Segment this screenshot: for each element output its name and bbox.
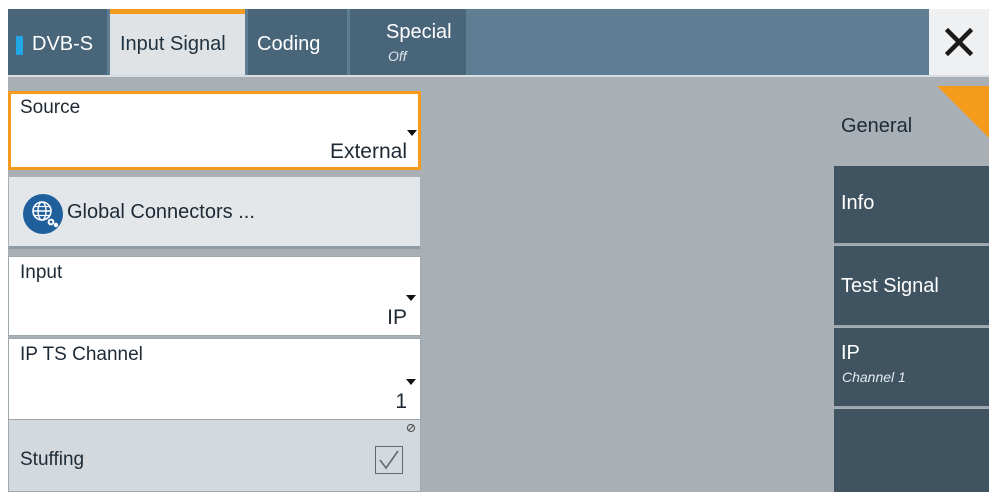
source-value: External	[329, 140, 407, 163]
globe-gear-icon	[23, 194, 63, 234]
ip-ts-channel-label: IP TS Channel	[20, 344, 143, 365]
dropdown-caret-icon	[407, 130, 417, 136]
source-label: Source	[20, 97, 81, 118]
global-connectors-button[interactable]: Global Connectors ...	[8, 176, 421, 249]
checkmark-icon	[379, 450, 399, 470]
nav-item-ip[interactable]: IP Channel 1	[834, 328, 989, 408]
tab-bar-divider	[8, 75, 989, 77]
dvbs-marker-icon	[16, 36, 23, 55]
tab-coding-label: Coding	[257, 33, 321, 55]
input-value: IP	[387, 306, 407, 329]
nav-item-ip-channel: Channel 1	[842, 369, 906, 385]
ip-ts-channel-value: 1	[395, 390, 407, 413]
nav-item-general[interactable]: General	[834, 86, 989, 165]
tab-input-signal[interactable]: Input Signal	[110, 9, 245, 75]
stuffing-label: Stuffing	[20, 449, 85, 470]
active-corner-marker	[937, 86, 989, 138]
tab-special[interactable]: Special Off	[350, 9, 466, 75]
dropdown-caret-icon	[406, 295, 416, 301]
close-icon	[945, 28, 973, 56]
not-editable-icon	[406, 423, 416, 433]
tab-special-status: Off	[388, 48, 407, 64]
stuffing-field: Stuffing	[8, 419, 421, 492]
tab-bar: DVB-S Input Signal Coding Special Off	[8, 9, 989, 75]
nav-item-test-signal-label: Test Signal	[841, 275, 939, 297]
side-navigation: General Info Test Signal IP Channel 1	[834, 86, 989, 492]
source-select[interactable]: Source External	[8, 91, 421, 170]
dialog-frame: DVB-S Input Signal Coding Special Off So…	[8, 9, 989, 492]
tab-dvbs-label: DVB-S	[32, 33, 94, 55]
dropdown-caret-icon	[406, 379, 416, 385]
input-label: Input	[20, 262, 63, 283]
nav-item-empty	[834, 409, 989, 492]
nav-item-general-label: General	[841, 115, 913, 137]
nav-item-test-signal[interactable]: Test Signal	[834, 246, 989, 327]
global-connectors-label: Global Connectors ...	[67, 201, 255, 223]
tab-dvbs[interactable]: DVB-S	[8, 9, 107, 75]
nav-item-ip-label: IP	[841, 342, 860, 364]
stuffing-checkbox[interactable]	[375, 446, 403, 474]
nav-item-info-label: Info	[841, 192, 875, 214]
tab-special-label: Special	[386, 21, 452, 43]
tab-input-signal-label: Input Signal	[120, 33, 226, 55]
nav-item-info[interactable]: Info	[834, 166, 989, 245]
tab-coding[interactable]: Coding	[248, 9, 347, 75]
input-select[interactable]: Input IP	[8, 256, 421, 336]
close-button[interactable]	[929, 9, 989, 75]
ip-ts-channel-select[interactable]: IP TS Channel 1	[8, 338, 421, 420]
